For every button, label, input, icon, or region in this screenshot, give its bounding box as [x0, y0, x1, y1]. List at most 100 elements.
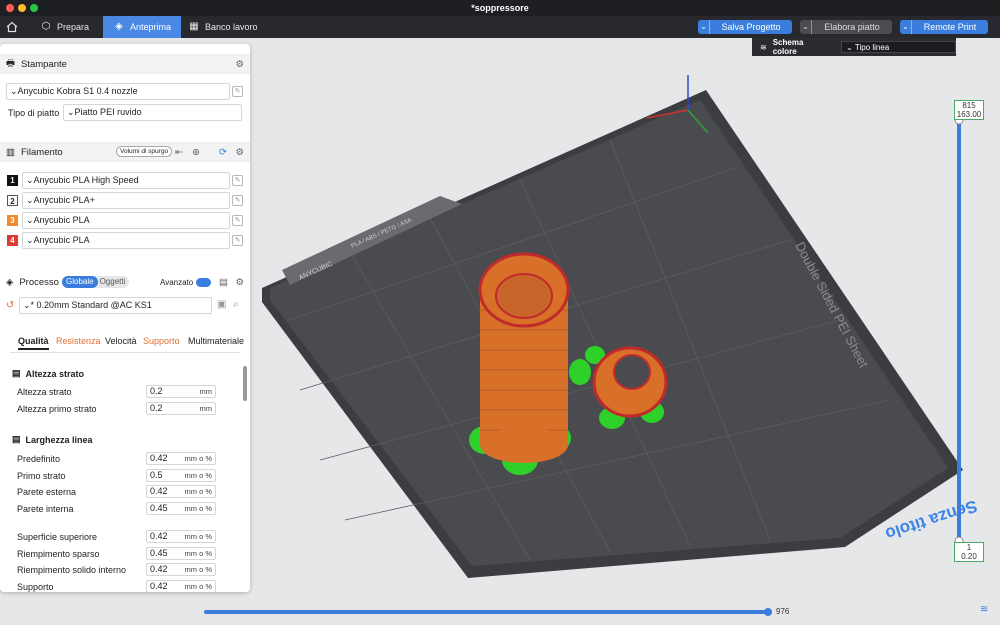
- move-slider-track[interactable]: [204, 610, 768, 614]
- internal-solid-infill-width-input[interactable]: 0.42 mm o %: [146, 563, 216, 576]
- process-profile-select[interactable]: ⌄* 0.20mm Standard @AC KS1: [19, 297, 212, 314]
- collapse-icon[interactable]: ⇤: [175, 147, 183, 158]
- sparse-infill-width-input[interactable]: 0.45 mm o %: [146, 547, 216, 560]
- window-title: *soppressore: [471, 3, 529, 13]
- home-icon: [6, 21, 18, 33]
- minimize-window-button[interactable]: [18, 4, 26, 12]
- search-icon[interactable]: ⌕: [233, 299, 239, 310]
- save-project-button[interactable]: ⌄ Salva Progetto: [698, 20, 792, 34]
- filament-section-header: ▥ Filamento Volumi di spurgo ⇤ ⊕ ⟳ ⚙: [0, 142, 250, 162]
- tab-quality[interactable]: Qualità: [18, 336, 49, 350]
- settings-icon[interactable]: ⚙: [235, 59, 244, 70]
- color-scheme-select[interactable]: ⌄ Tipo linea: [841, 41, 956, 53]
- home-button[interactable]: [0, 16, 24, 38]
- first-layer-height-input[interactable]: 0.2 mm: [146, 402, 216, 415]
- sync-icon[interactable]: ⟳: [219, 147, 227, 158]
- filament-select-1[interactable]: ⌄Anycubic PLA High Speed: [22, 172, 230, 189]
- default-width-input[interactable]: 0.42 mm o %: [146, 452, 216, 465]
- top-surface-width-input[interactable]: 0.42 mm o %: [146, 530, 216, 543]
- layer-height-icon: ▤: [12, 368, 21, 378]
- chevron-down-icon: ⌄: [698, 20, 710, 34]
- edit-icon[interactable]: ✎: [232, 215, 243, 226]
- process-tabs: Qualità Resistenza Velocità Supporto Mul…: [0, 336, 250, 352]
- settings-icon[interactable]: ⚙: [235, 277, 244, 288]
- layers-icon[interactable]: ≋: [980, 604, 988, 615]
- edit-icon[interactable]: ✎: [232, 175, 243, 186]
- printer-select[interactable]: ⌄Anycubic Kobra S1 0.4 nozzle: [6, 83, 230, 100]
- plate-type-label: Tipo di piatto: [8, 108, 60, 118]
- layer-height-label: Altezza strato: [17, 387, 72, 397]
- remote-print-button[interactable]: ⌄ Remote Print: [900, 20, 988, 34]
- chevron-down-icon: ⌄: [800, 20, 812, 34]
- add-filament-icon[interactable]: ⊕: [192, 147, 200, 158]
- purge-volumes-button[interactable]: Volumi di spurgo: [116, 146, 173, 157]
- edit-icon[interactable]: ✎: [232, 195, 243, 206]
- first-layer-height-label: Altezza primo strato: [17, 404, 97, 414]
- layers-icon: ≋: [760, 42, 767, 52]
- tab-support[interactable]: Supporto: [143, 336, 180, 346]
- filament-color-2[interactable]: 2: [7, 195, 18, 206]
- layer-slider-track[interactable]: [957, 120, 961, 545]
- filament-select-2[interactable]: ⌄Anycubic PLA+: [22, 192, 230, 209]
- save-icon[interactable]: ▣: [217, 299, 226, 310]
- line-width-group: ▤ Larghezza linea: [12, 434, 93, 445]
- support-width-input[interactable]: 0.42 mm o %: [146, 580, 216, 592]
- panel-scrollbar[interactable]: [243, 366, 247, 401]
- edit-icon[interactable]: ✎: [232, 235, 243, 246]
- move-slider-handle[interactable]: [764, 608, 772, 616]
- move-slider-value: 976: [776, 607, 790, 616]
- layer-slider-top-label: 815 163.00: [954, 100, 984, 120]
- first-layer-width-input[interactable]: 0.5 mm o %: [146, 469, 216, 482]
- compare-icon[interactable]: ▤: [219, 277, 228, 288]
- main-toolbar: ⬡ Prepara ◈ Anteprima ▦ Banco lavoro ⌄ S…: [0, 16, 1000, 38]
- close-window-button[interactable]: [6, 4, 14, 12]
- filament-select-4[interactable]: ⌄Anycubic PLA: [22, 232, 230, 249]
- settings-icon[interactable]: ⚙: [235, 147, 244, 158]
- inner-wall-width-label: Parete interna: [17, 504, 74, 514]
- filament-color-4[interactable]: 4: [7, 235, 18, 246]
- advanced-toggle[interactable]: [196, 278, 211, 287]
- zoom-window-button[interactable]: [30, 4, 38, 12]
- ring-hole: [613, 354, 651, 390]
- tab-workbench[interactable]: ▦ Banco lavoro: [186, 16, 266, 38]
- global-toggle[interactable]: Globale: [62, 276, 98, 288]
- settings-panel: 🖶 Stampante ⚙ ⌄Anycubic Kobra S1 0.4 noz…: [0, 44, 250, 592]
- sparse-infill-width-label: Riempimento sparso: [17, 549, 100, 559]
- tab-preview[interactable]: ◈ Anteprima: [103, 16, 181, 38]
- filament-select-3[interactable]: ⌄Anycubic PLA: [22, 212, 230, 229]
- first-layer-width-label: Primo strato: [17, 471, 66, 481]
- grid-icon: ▦: [189, 21, 199, 32]
- slice-plate-button[interactable]: ⌄ Elabora piatto: [800, 20, 892, 34]
- global-objects-toggle[interactable]: Globale Oggetti: [62, 276, 130, 288]
- tall-cylinder-bottom: [480, 427, 568, 463]
- advanced-label: Avanzato: [160, 277, 194, 287]
- filament-color-3[interactable]: 3: [7, 215, 18, 226]
- process-section-header: ◈ Processo Globale Oggetti Avanzato ▤ ⚙: [0, 272, 250, 292]
- printer-section-header: 🖶 Stampante ⚙: [0, 54, 250, 74]
- layer-slider-bottom-label: 1 0.20: [954, 542, 984, 562]
- layers-icon: ◈: [115, 21, 123, 32]
- tab-multimaterial[interactable]: Multimateriale: [188, 336, 244, 346]
- outer-wall-width-input[interactable]: 0.42 mm o %: [146, 485, 216, 498]
- layer-height-input[interactable]: 0.2 mm: [146, 385, 216, 398]
- process-icon: ◈: [6, 276, 14, 288]
- top-surface-width-label: Superficie superiore: [17, 532, 98, 542]
- tab-speed[interactable]: Velocità: [105, 336, 137, 346]
- tab-strength[interactable]: Resistenza: [56, 336, 101, 346]
- default-width-label: Predefinito: [17, 454, 61, 464]
- reset-icon[interactable]: ↺: [6, 300, 14, 311]
- line-width-icon: ▤: [12, 434, 21, 444]
- color-scheme-label: Schema colore: [772, 38, 804, 56]
- objects-toggle[interactable]: Oggetti: [98, 276, 130, 288]
- tall-cylinder-hole: [495, 273, 553, 319]
- filament-icon: ▥: [6, 146, 15, 158]
- filament-color-1[interactable]: 1: [7, 175, 18, 186]
- tab-prepare[interactable]: ⬡ Prepara: [30, 16, 100, 38]
- color-scheme-panel: ≋ Schema colore ⌄ Tipo linea: [752, 38, 956, 56]
- inner-wall-width-input[interactable]: 0.45 mm o %: [146, 502, 216, 515]
- support-width-label: Supporto: [17, 582, 54, 592]
- chevron-down-icon: ⌄: [900, 20, 912, 34]
- layer-height-group: ▤ Altezza strato: [12, 368, 85, 379]
- edit-icon[interactable]: ✎: [232, 86, 243, 97]
- plate-type-select[interactable]: ⌄Piatto PEI ruvido: [63, 104, 242, 121]
